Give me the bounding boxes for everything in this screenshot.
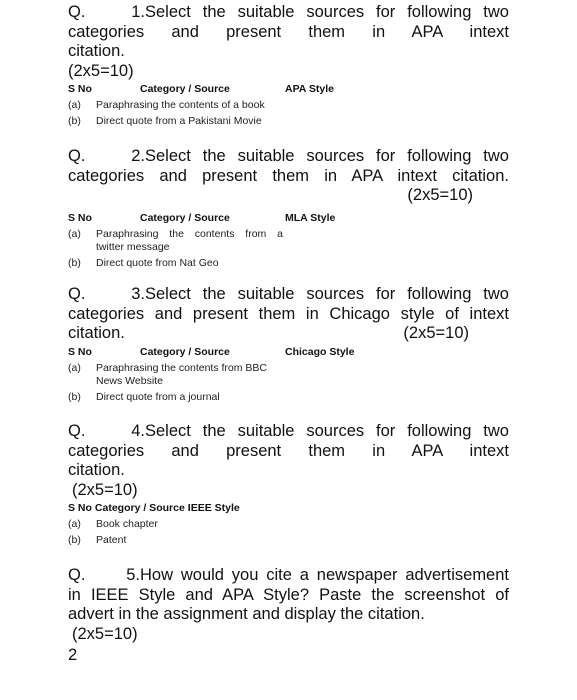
row-category: Book chapter <box>96 518 158 531</box>
header-style: MLA Style <box>285 211 336 224</box>
question-5: Q. 5.How would you cite a newspaper adve… <box>68 566 509 644</box>
table-header: S No Category / Source APA Style <box>68 83 509 96</box>
question-4-number: Q. 4. <box>68 422 145 440</box>
question-3-table: S No Category / Source Chicago Style (a)… <box>68 346 509 404</box>
row-sno: (b) <box>68 256 81 269</box>
table-row: (b) Direct quote from Nat Geo <box>68 257 509 270</box>
header-style: Chicago Style <box>285 345 355 358</box>
row-category: Paraphrasing the contents of a book <box>96 99 265 112</box>
row-category: Paraphrasing the contents from a twitter… <box>96 227 283 253</box>
question-1-line-1: Q. 1.Select the suitable sources for fol… <box>68 3 509 21</box>
row-sno: (b) <box>68 115 81 128</box>
question-4-marks: (2x5=10) <box>72 480 138 499</box>
question-4-line-3: citation. <box>68 461 125 480</box>
question-3-line-3-row: citation. (2x5=10) <box>68 324 509 344</box>
header-sno: S No <box>68 83 92 96</box>
header-category: Category / Source <box>140 345 230 358</box>
table-row: (a) Paraphrasing the contents of a book <box>68 99 509 112</box>
table-header: S No Category / Source MLA Style <box>68 212 509 225</box>
question-5-line-2: in IEEE Style and APA Style? Paste the s… <box>68 585 509 604</box>
question-3: Q. 3.Select the suitable sources for fol… <box>68 285 509 407</box>
table-row: (a) Book chapter <box>68 518 509 531</box>
table-header: S No Category / Source Chicago Style <box>68 346 509 359</box>
question-3-marks: (2x5=10) <box>403 324 469 343</box>
row-sno: (a) <box>68 361 81 374</box>
question-3-line-2: categories and present them in Chicago s… <box>68 304 509 323</box>
question-3-line-1: Q. 3.Select the suitable sources for fol… <box>68 285 509 303</box>
header-category: Category / Source <box>94 502 185 515</box>
question-1: Q. 1.Select the suitable sources for fol… <box>68 3 509 131</box>
row-category: Direct quote from a journal <box>96 390 220 403</box>
question-1-line-2: categories and present them in APA intex… <box>68 22 509 41</box>
table-row: (a) Paraphrasing the contents from BBC N… <box>68 362 509 388</box>
question-5-line-1: Q. 5.How would you cite a newspaper adve… <box>68 566 509 584</box>
question-3-line-3: citation. <box>68 324 125 343</box>
table-row: (a) Paraphrasing the contents from a twi… <box>68 228 509 254</box>
row-category: Direct quote from Nat Geo <box>96 256 219 269</box>
header-style: APA Style <box>285 83 335 96</box>
header-sno: S No <box>68 211 92 224</box>
question-1-line-3: citation. <box>68 42 125 61</box>
question-2-number: Q. 2. <box>68 147 145 165</box>
row-sno: (a) <box>68 227 81 240</box>
question-2-marks: (2x5=10) <box>407 186 473 205</box>
row-category: Paraphrasing the contents from BBC News … <box>96 361 268 387</box>
question-4: Q. 4.Select the suitable sources for fol… <box>68 422 509 550</box>
row-sno: (b) <box>68 534 81 547</box>
header-category: Category / Source <box>140 211 230 224</box>
question-1-number: Q. 1. <box>68 3 145 21</box>
question-4-line-1: Q. 4.Select the suitable sources for fol… <box>68 422 509 440</box>
question-2: Q. 2.Select the suitable sources for fol… <box>68 147 509 273</box>
table-header: S No Category / Source IEEE Style <box>68 502 509 515</box>
question-5-marks: (2x5=10) <box>72 624 138 643</box>
row-sno: (a) <box>68 518 81 531</box>
question-2-line-2: categories and present them in APA intex… <box>68 166 509 185</box>
question-3-number: Q. 3. <box>68 285 145 303</box>
table-row: (b) Direct quote from a Pakistani Movie <box>68 115 509 128</box>
header-category: Category / Source <box>140 83 230 96</box>
question-5-line-3: advert in the assignment and display the… <box>68 605 425 624</box>
table-row: (b) Patent <box>68 534 509 547</box>
question-1-marks: (2x5=10) <box>68 61 134 80</box>
row-sno: (a) <box>68 99 81 112</box>
header-sno: S No <box>68 502 92 515</box>
page-number: 2 <box>68 646 78 664</box>
question-5-number: Q. 5. <box>68 566 140 584</box>
header-sno: S No <box>68 345 92 358</box>
table-row: (b) Direct quote from a journal <box>68 391 509 404</box>
question-2-line-1: Q. 2.Select the suitable sources for fol… <box>68 147 509 165</box>
row-category: Patent <box>96 534 127 547</box>
header-style: IEEE Style <box>187 502 240 515</box>
question-1-table: S No Category / Source APA Style (a) Par… <box>68 83 509 128</box>
question-4-line-2: categories and present them in APA intex… <box>68 441 509 460</box>
row-sno: (b) <box>68 390 81 403</box>
question-2-table: S No Category / Source MLA Style (a) Par… <box>68 212 509 270</box>
row-category: Direct quote from a Pakistani Movie <box>96 115 262 128</box>
question-4-table: S No Category / Source IEEE Style (a) Bo… <box>68 502 509 547</box>
